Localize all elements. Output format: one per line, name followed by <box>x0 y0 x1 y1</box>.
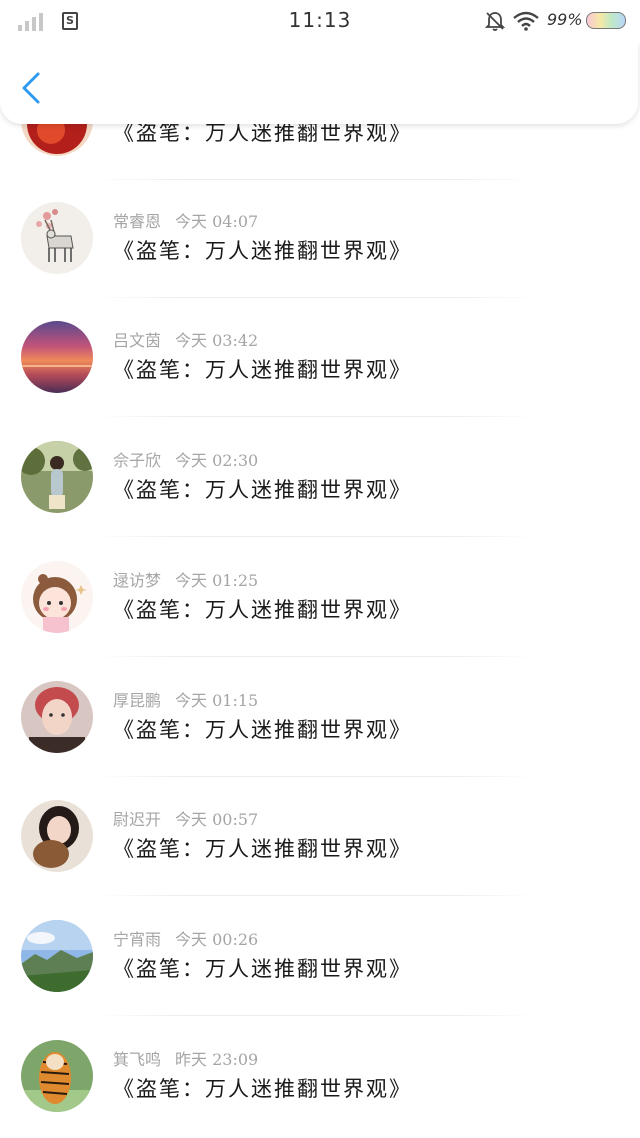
user-name: 箕飞鸣 <box>113 1050 162 1069</box>
list-item[interactable]: 厚昆鹏 今天 01:15 《盗笔：万人迷推翻世界观》 <box>0 657 640 777</box>
item-meta: 佘子欣 今天 02:30 <box>113 447 258 471</box>
list-item[interactable]: 佘子欣 今天 02:30 《盗笔：万人迷推翻世界观》 <box>0 417 640 537</box>
status-time: 11:13 <box>288 8 352 32</box>
book-title: 《盗笔：万人迷推翻世界观》 <box>113 837 412 861</box>
user-name: 常睿恩 <box>113 212 162 231</box>
user-name: 尉迟开 <box>113 810 162 829</box>
item-meta: 箕飞鸣 昨天 23:09 <box>113 1046 258 1070</box>
user-name: 宁宵雨 <box>113 930 162 949</box>
book-title: 《盗笔：万人迷推翻世界观》 <box>113 1077 412 1101</box>
book-title: 《盗笔：万人迷推翻世界观》 <box>113 718 412 742</box>
list-item[interactable]: 逯访梦 今天 01:25 《盗笔：万人迷推翻世界观》 <box>0 537 640 657</box>
timestamp: 今天 03:42 <box>175 331 259 350</box>
status-bar: S 11:13 99% <box>0 0 640 42</box>
timestamp: 今天 00:57 <box>175 810 259 829</box>
wifi-icon <box>513 11 539 31</box>
avatar[interactable] <box>21 561 93 633</box>
timestamp: 今天 01:25 <box>175 571 259 590</box>
book-title: 《盗笔：万人迷推翻世界观》 <box>113 957 412 981</box>
timestamp: 今天 04:07 <box>175 212 259 231</box>
book-title: 《盗笔：万人迷推翻世界观》 <box>113 358 412 382</box>
item-meta: 常睿恩 今天 04:07 <box>113 208 258 232</box>
item-meta: 尉迟开 今天 00:57 <box>113 806 258 830</box>
list-item[interactable]: 箕飞鸣 昨天 23:09 《盗笔：万人迷推翻世界观》 <box>0 1016 640 1136</box>
chevron-left-icon <box>22 72 40 104</box>
book-title: 《盗笔：万人迷推翻世界观》 <box>113 598 412 622</box>
timestamp: 今天 00:26 <box>175 930 259 949</box>
avatar[interactable] <box>21 800 93 872</box>
avatar[interactable] <box>21 681 93 753</box>
list-item[interactable]: 常睿恩 今天 04:07 《盗笔：万人迷推翻世界观》 <box>0 178 640 298</box>
user-name: 吕文茵 <box>113 331 162 350</box>
avatar[interactable] <box>21 920 93 992</box>
avatar[interactable] <box>21 321 93 393</box>
battery-percent: 99% <box>547 10 583 29</box>
item-meta: 宁宵雨 今天 00:26 <box>113 926 258 950</box>
avatar[interactable] <box>21 441 93 513</box>
avatar[interactable] <box>21 1040 93 1112</box>
bell-off-icon <box>484 12 506 31</box>
timestamp: 今天 02:30 <box>175 451 259 470</box>
timestamp: 今天 01:15 <box>175 691 259 710</box>
avatar[interactable] <box>21 202 93 274</box>
list-item[interactable]: 吕文茵 今天 03:42 《盗笔：万人迷推翻世界观》 <box>0 297 640 417</box>
user-name: 逯访梦 <box>113 571 162 590</box>
list-item[interactable]: 宁宵雨 今天 00:26 《盗笔：万人迷推翻世界观》 <box>0 896 640 1016</box>
top-navigation-bar <box>0 42 638 124</box>
item-meta: 逯访梦 今天 01:25 <box>113 567 258 591</box>
user-name: 厚昆鹏 <box>113 691 162 710</box>
item-meta: 厚昆鹏 今天 01:15 <box>113 687 258 711</box>
user-name: 佘子欣 <box>113 451 162 470</box>
back-button[interactable] <box>16 68 46 108</box>
reader-list: 《盗笔：万人迷推翻世界观》 常睿恩今天 04:07 《盗笔：万人迷推翻世界观》 <box>0 0 640 1138</box>
timestamp: 昨天 23:09 <box>175 1050 259 1069</box>
item-meta: 吕文茵 今天 03:42 <box>113 327 258 351</box>
list-item[interactable]: 尉迟开 今天 00:57 《盗笔：万人迷推翻世界观》 <box>0 776 640 896</box>
battery-icon <box>586 12 626 29</box>
book-title: 《盗笔：万人迷推翻世界观》 <box>113 239 412 263</box>
book-title: 《盗笔：万人迷推翻世界观》 <box>113 478 412 502</box>
